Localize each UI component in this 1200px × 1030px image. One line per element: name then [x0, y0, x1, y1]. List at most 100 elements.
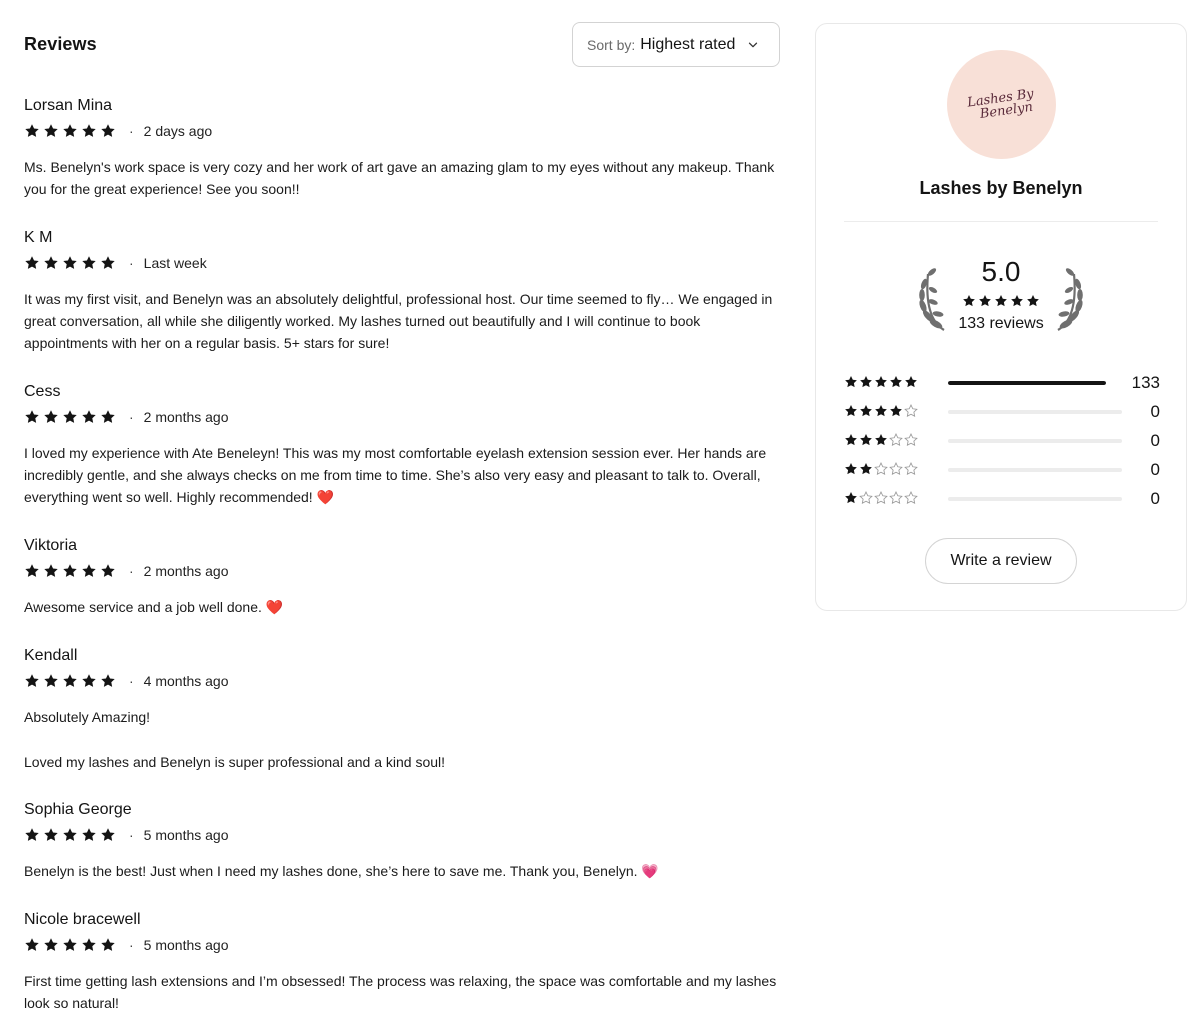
review-date: Last week [143, 255, 207, 271]
review-meta: · 4 months ago [24, 672, 780, 690]
star-icon [874, 375, 889, 390]
star-icon [874, 433, 889, 448]
star-icon [43, 123, 61, 139]
separator-dot: · [129, 255, 134, 271]
star-icon [962, 294, 976, 308]
review-date: 2 months ago [143, 409, 229, 425]
star-icon [43, 673, 61, 689]
star-icon [24, 937, 42, 953]
star-icon [62, 409, 80, 425]
separator-dot: · [129, 937, 134, 953]
star-icon [43, 937, 61, 953]
star-outline-icon [904, 462, 919, 477]
review-paragraph: First time getting lash extensions and I… [24, 973, 777, 1011]
business-logo: Lashes By Benelyn [947, 50, 1056, 159]
review-paragraph: Absolutely Amazing! [24, 709, 151, 725]
star-icon [24, 409, 42, 425]
star-icon [844, 433, 859, 448]
star-outline-icon [904, 433, 919, 448]
distribution-row-2-star: 0 [844, 455, 1160, 484]
star-icon [100, 255, 118, 271]
star-icon [100, 123, 118, 139]
total-reviews: 133 reviews [958, 315, 1044, 332]
star-icon [62, 827, 80, 843]
reviewer-name: Cess [24, 383, 61, 400]
review-paragraph: Loved my lashes and Benelyn is super pro… [24, 754, 446, 770]
star-icon [100, 563, 118, 579]
distribution-bar-fill [948, 380, 1106, 385]
review-date: 5 months ago [143, 827, 229, 843]
review-paragraph: Ms. Benelyn's work space is very cozy an… [24, 159, 775, 197]
star-icon [859, 375, 874, 390]
review-item: K M · Last week It was my first visit, and … [24, 228, 780, 354]
star-icon [43, 563, 61, 579]
reviewer-name: Viktoria [24, 537, 78, 554]
review-meta: · 2 months ago [24, 562, 780, 580]
reviewer-name: K M [24, 229, 53, 246]
review-stars [24, 255, 118, 271]
star-icon [844, 462, 859, 477]
reviewer-name: Nicole bracewell [24, 911, 141, 928]
separator-dot: · [129, 827, 134, 843]
distribution-count: 0 [1150, 459, 1160, 479]
review-text: It was my first visit, and Benelyn was a… [24, 288, 780, 354]
star-icon [889, 375, 904, 390]
review-date: 2 months ago [143, 563, 229, 579]
star-icon [81, 123, 99, 139]
star-outline-icon [859, 491, 874, 506]
distribution-count: 0 [1150, 488, 1160, 508]
review-item: Nicole bracewell · 5 months ago First time … [24, 910, 780, 1014]
distribution-bar [948, 380, 1106, 385]
star-icon [874, 404, 889, 419]
star-icon [859, 433, 874, 448]
star-outline-icon [889, 462, 904, 477]
review-paragraph: It was my first visit, and Benelyn was a… [24, 291, 773, 351]
review-meta: · 5 months ago [24, 936, 780, 954]
review-text: I loved my experience with Ate Beneleyn!… [24, 442, 780, 508]
star-icon [62, 123, 80, 139]
review-item: Kendall · 4 months ago Absolutely Amazing! L… [24, 646, 780, 773]
review-stars [24, 673, 118, 689]
distribution-count: 0 [1150, 401, 1160, 421]
star-outline-icon [874, 462, 889, 477]
star-icon [24, 673, 42, 689]
chevron-down-icon [748, 40, 758, 50]
star-icon [100, 937, 118, 953]
review-meta: · 2 months ago [24, 408, 780, 426]
star-icon [844, 491, 859, 506]
star-outline-icon [874, 491, 889, 506]
review-stars [24, 563, 118, 579]
star-icon [81, 409, 99, 425]
star-outline-icon [904, 404, 919, 419]
review-stars [24, 827, 118, 843]
separator-dot: · [129, 673, 134, 689]
review-stars [24, 409, 118, 425]
overall-rating: 5.0 133 reviews [816, 256, 1186, 336]
star-icon [43, 255, 61, 271]
divider [844, 221, 1158, 222]
star-icon [62, 673, 80, 689]
review-item: Cess · 2 months ago I loved my experience w… [24, 382, 780, 508]
star-icon [100, 827, 118, 843]
separator-dot: · [129, 563, 134, 579]
star-outline-icon [889, 491, 904, 506]
star-icon [62, 937, 80, 953]
review-date: 5 months ago [143, 937, 229, 953]
distribution-stars [844, 462, 948, 477]
star-outline-icon [889, 433, 904, 448]
review-text: Benelyn is the best! Just when I need my… [24, 860, 780, 882]
write-review-button[interactable]: Write a review [925, 538, 1077, 584]
sort-dropdown[interactable]: Sort by: Highest rated [572, 22, 780, 67]
star-icon [904, 375, 919, 390]
review-paragraph: I loved my experience with Ate Beneleyn!… [24, 445, 767, 505]
star-icon [62, 563, 80, 579]
business-name: Lashes by Benelyn [919, 178, 1083, 198]
distribution-stars [844, 491, 948, 506]
star-icon [859, 404, 874, 419]
star-icon [994, 294, 1008, 308]
distribution-row-5-star: 133 [844, 368, 1160, 397]
reviews-list-section: Reviews Sort by: Highest rated Lorsan Mi… [24, 0, 780, 1011]
separator-dot: · [129, 409, 134, 425]
overall-rating-value: 5.0 [981, 256, 1021, 287]
separator-dot: · [129, 123, 134, 139]
